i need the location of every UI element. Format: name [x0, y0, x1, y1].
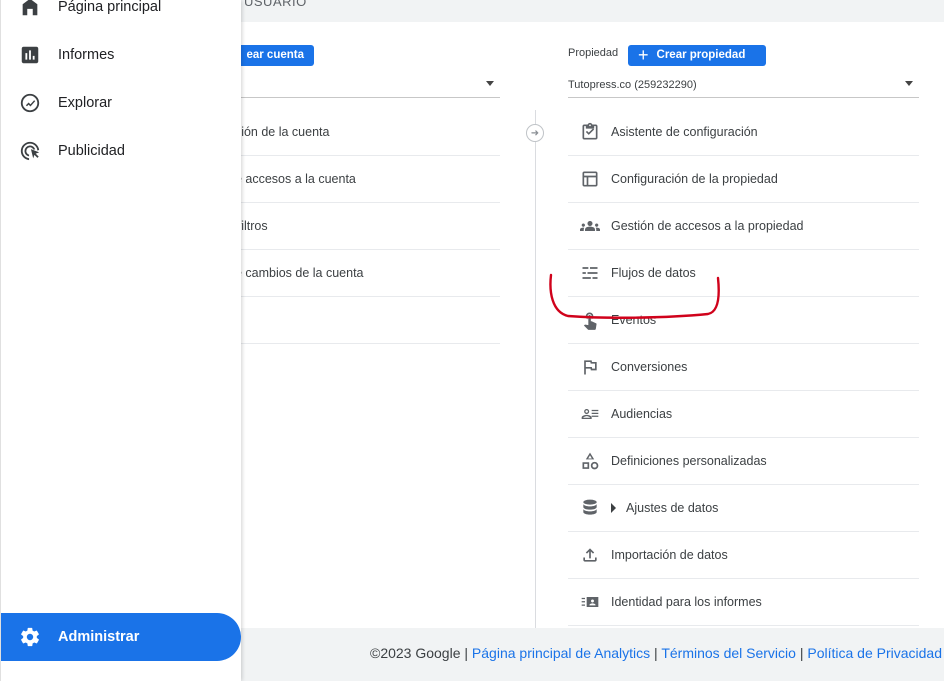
property-select-value: Tutopress.co (259232290): [568, 79, 697, 91]
audience-icon: [568, 404, 611, 424]
sidebar-item-admin[interactable]: Administrar: [1, 613, 241, 661]
database-icon: [568, 498, 611, 518]
checklist-icon: [568, 122, 611, 142]
account-settings-list: ación de la cuenta de accesos a la cuent…: [200, 109, 500, 344]
people-icon: [568, 216, 611, 236]
sidebar-item-explore[interactable]: Explorar: [1, 79, 242, 127]
arrow-right-icon: ➜: [526, 124, 544, 142]
property-row-custom-definitions[interactable]: Definiciones personalizadas: [568, 438, 919, 485]
create-property-label: Crear propiedad: [656, 49, 746, 61]
property-row-audiences[interactable]: Audiencias: [568, 391, 919, 438]
plus-icon: +: [638, 45, 649, 65]
caret-right-icon[interactable]: [611, 503, 616, 513]
footer-copyright: ©2023 Google: [370, 645, 461, 661]
footer-link-privacy[interactable]: Política de Privacidad: [807, 645, 942, 661]
property-row-data-streams[interactable]: Flujos de datos: [568, 250, 919, 297]
footer-link-terms[interactable]: Términos del Servicio: [661, 645, 796, 661]
property-label: Propiedad: [568, 47, 619, 59]
account-select[interactable]: [200, 74, 500, 98]
sidebar-drawer: Página principal Informes Explorar Publi…: [0, 0, 241, 681]
account-row-filters[interactable]: s filtros: [200, 203, 500, 250]
sidebar-item-home[interactable]: Página principal: [1, 0, 242, 31]
identity-icon: [568, 592, 611, 612]
create-property-button[interactable]: + Crear propiedad: [628, 45, 766, 66]
account-row-access[interactable]: de accesos a la cuenta: [200, 156, 500, 203]
footer-link-analytics-home[interactable]: Página principal de Analytics: [472, 645, 650, 661]
home-icon: [1, 0, 58, 18]
create-account-label: ear cuenta: [246, 49, 304, 61]
touch-icon: [568, 310, 611, 330]
property-row-setup-assistant[interactable]: Asistente de configuración: [568, 109, 919, 156]
chevron-down-icon: [486, 81, 494, 86]
property-row-reporting-identity[interactable]: Identidad para los informes: [568, 579, 919, 626]
property-row-data-import[interactable]: Importación de datos: [568, 532, 919, 579]
flag-icon: [568, 357, 611, 377]
bar-chart-icon: [1, 44, 58, 66]
property-row-access[interactable]: Gestión de accesos a la propiedad: [568, 203, 919, 250]
gear-icon: [1, 626, 58, 648]
explore-icon: [1, 92, 58, 114]
shapes-icon: [568, 451, 611, 471]
property-select[interactable]: Tutopress.co (259232290): [568, 74, 919, 98]
account-row-settings[interactable]: ación de la cuenta: [200, 109, 500, 156]
chevron-down-icon: [905, 81, 913, 86]
property-row-settings[interactable]: Configuración de la propiedad: [568, 156, 919, 203]
property-row-conversions[interactable]: Conversiones: [568, 344, 919, 391]
data-streams-icon: [568, 263, 611, 283]
property-row-data-settings[interactable]: Ajustes de datos: [568, 485, 919, 532]
breadcrumb: USUARIO: [244, 0, 307, 9]
property-row-events[interactable]: Eventos: [568, 297, 919, 344]
sidebar-item-advertising[interactable]: Publicidad: [1, 127, 242, 175]
footer-text: ©2023 Google | Página principal de Analy…: [370, 645, 942, 661]
upload-icon: [568, 545, 611, 565]
column-divider: [535, 110, 536, 628]
account-row-trash[interactable]: n: [200, 297, 500, 344]
advertising-icon: [1, 140, 58, 162]
account-row-change-history[interactable]: de cambios de la cuenta: [200, 250, 500, 297]
sidebar-item-reports[interactable]: Informes: [1, 31, 242, 79]
property-settings-list: Asistente de configuración Configuración…: [568, 109, 919, 626]
layout-icon: [568, 169, 611, 189]
